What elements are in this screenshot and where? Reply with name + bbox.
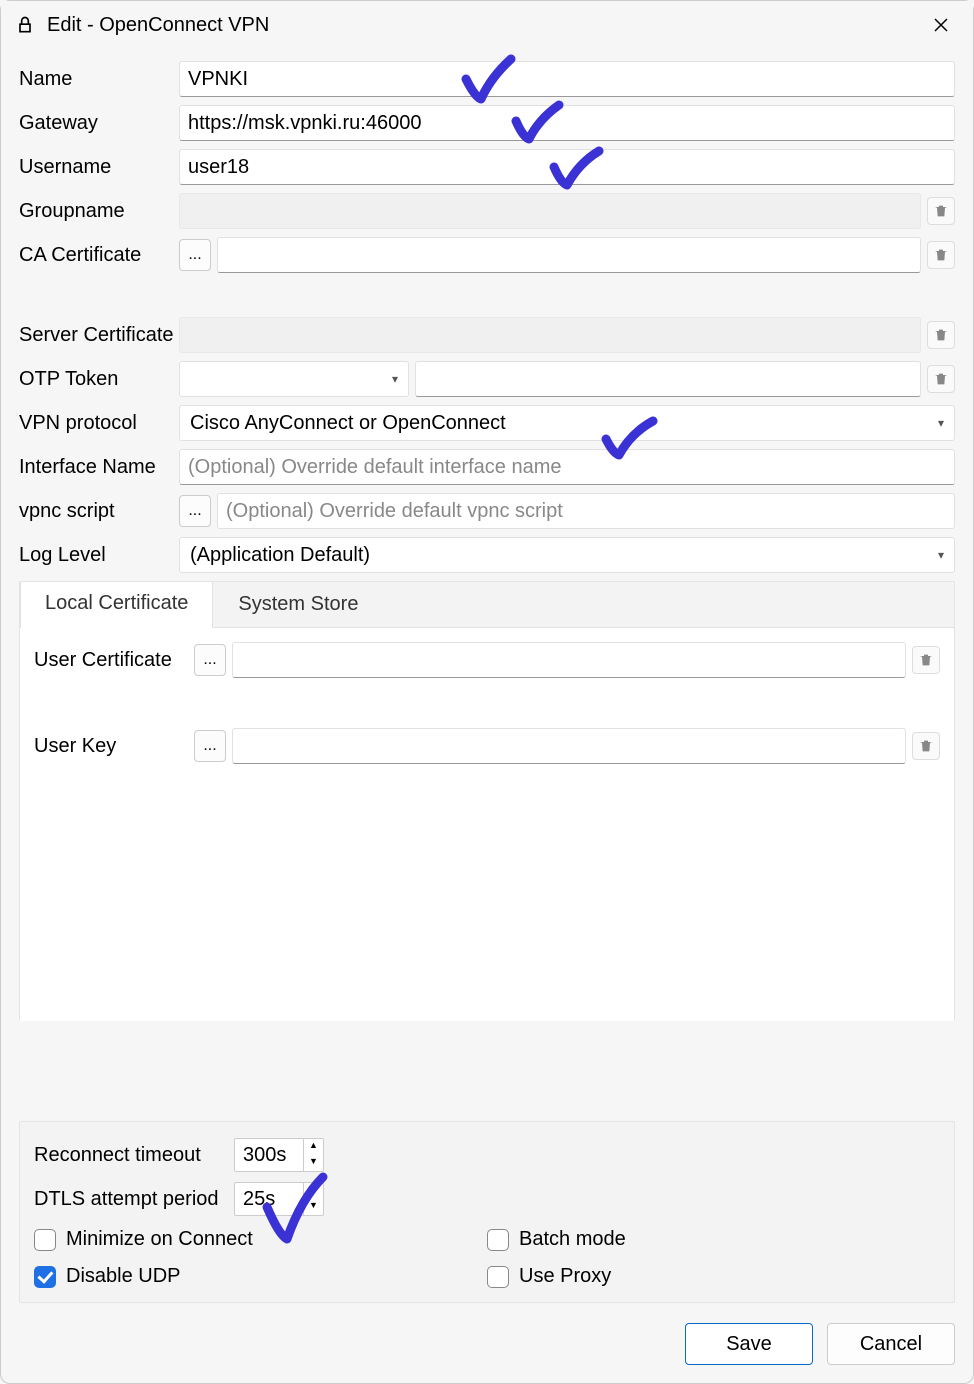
interface-name-input[interactable]	[179, 449, 955, 485]
ca-cert-clear-button[interactable]	[927, 241, 955, 269]
options-panel: Reconnect timeout 300s ▲▼ DTLS attempt p…	[19, 1121, 955, 1303]
dtls-period-spinner[interactable]: 25s ▲▼	[234, 1182, 324, 1216]
name-label: Name	[19, 68, 179, 91]
log-level-select[interactable]: (Application Default) ▾	[179, 537, 955, 573]
chevron-down-icon: ▾	[938, 548, 944, 562]
otp-token-clear-button[interactable]	[927, 365, 955, 393]
spinner-up-icon[interactable]: ▲	[304, 1183, 323, 1199]
titlebar: Edit - OpenConnect VPN	[1, 1, 973, 49]
dialog-buttons: Save Cancel	[685, 1323, 955, 1365]
vpn-protocol-label: VPN protocol	[19, 412, 179, 435]
lock-icon	[15, 13, 35, 37]
groupname-clear-button[interactable]	[927, 197, 955, 225]
window-title: Edit - OpenConnect VPN	[47, 14, 269, 37]
use-proxy-checkbox[interactable]: Use Proxy	[487, 1265, 940, 1288]
user-key-label: User Key	[34, 735, 194, 758]
server-cert-clear-button[interactable]	[927, 321, 955, 349]
checkbox-icon	[487, 1229, 509, 1251]
user-cert-browse-button[interactable]: ...	[194, 644, 226, 676]
reconnect-timeout-label: Reconnect timeout	[34, 1144, 234, 1167]
close-button[interactable]	[923, 7, 959, 43]
trash-icon	[933, 203, 949, 219]
ca-cert-label: CA Certificate	[19, 244, 179, 267]
close-icon	[932, 16, 950, 34]
user-cert-input[interactable]	[232, 642, 906, 678]
vpn-protocol-value: Cisco AnyConnect or OpenConnect	[190, 412, 506, 435]
groupname-label: Groupname	[19, 200, 179, 223]
dtls-period-label: DTLS attempt period	[34, 1188, 234, 1211]
batch-mode-checkbox[interactable]: Batch mode	[487, 1228, 940, 1251]
reconnect-timeout-value: 300s	[243, 1144, 286, 1167]
minimize-on-connect-checkbox[interactable]: Minimize on Connect	[34, 1228, 487, 1251]
trash-icon	[933, 247, 949, 263]
minimize-on-connect-label: Minimize on Connect	[66, 1228, 253, 1251]
spinner-down-icon[interactable]: ▼	[304, 1155, 323, 1171]
spinner-up-icon[interactable]: ▲	[304, 1139, 323, 1155]
tab-local-certificate[interactable]: Local Certificate	[20, 582, 213, 628]
otp-token-label: OTP Token	[19, 368, 179, 391]
disable-udp-checkbox[interactable]: Disable UDP	[34, 1265, 487, 1288]
trash-icon	[918, 738, 934, 754]
server-cert-input[interactable]	[179, 317, 921, 353]
user-cert-label: User Certificate	[34, 649, 194, 672]
ca-cert-browse-button[interactable]: ...	[179, 239, 211, 271]
otp-token-input[interactable]	[415, 361, 921, 397]
cert-tabs: Local Certificate System Store User Cert…	[19, 581, 955, 1021]
chevron-down-icon: ▾	[392, 372, 398, 386]
vpnc-script-browse-button[interactable]: ...	[179, 495, 211, 527]
gateway-label: Gateway	[19, 112, 179, 135]
username-label: Username	[19, 156, 179, 179]
vpnc-script-label: vpnc script	[19, 500, 179, 523]
user-key-input[interactable]	[232, 728, 906, 764]
tab-system-store[interactable]: System Store	[213, 582, 383, 627]
batch-mode-label: Batch mode	[519, 1228, 626, 1251]
vpn-protocol-select[interactable]: Cisco AnyConnect or OpenConnect ▾	[179, 405, 955, 441]
disable-udp-label: Disable UDP	[66, 1265, 180, 1288]
log-level-label: Log Level	[19, 544, 179, 567]
dtls-period-value: 25s	[243, 1188, 275, 1211]
vpnc-script-input[interactable]	[217, 493, 955, 529]
checkbox-icon	[487, 1266, 509, 1288]
gateway-input[interactable]	[179, 105, 955, 141]
cancel-button[interactable]: Cancel	[827, 1323, 955, 1365]
trash-icon	[933, 371, 949, 387]
username-input[interactable]	[179, 149, 955, 185]
save-button[interactable]: Save	[685, 1323, 813, 1365]
trash-icon	[933, 327, 949, 343]
otp-token-select[interactable]: ▾	[179, 361, 409, 397]
user-cert-clear-button[interactable]	[912, 646, 940, 674]
ca-cert-input[interactable]	[217, 237, 921, 273]
use-proxy-label: Use Proxy	[519, 1265, 611, 1288]
server-cert-label: Server Certificate	[19, 324, 179, 347]
interface-name-label: Interface Name	[19, 456, 179, 479]
form-area: Name Gateway Username Groupname CA Certi…	[1, 49, 973, 1021]
spinner-down-icon[interactable]: ▼	[304, 1199, 323, 1215]
name-input[interactable]	[179, 61, 955, 97]
groupname-input[interactable]	[179, 193, 921, 229]
user-key-browse-button[interactable]: ...	[194, 730, 226, 762]
user-key-clear-button[interactable]	[912, 732, 940, 760]
chevron-down-icon: ▾	[938, 416, 944, 430]
trash-icon	[918, 652, 934, 668]
checkbox-icon	[34, 1266, 56, 1288]
reconnect-timeout-spinner[interactable]: 300s ▲▼	[234, 1138, 324, 1172]
log-level-value: (Application Default)	[190, 544, 370, 567]
checkbox-icon	[34, 1229, 56, 1251]
